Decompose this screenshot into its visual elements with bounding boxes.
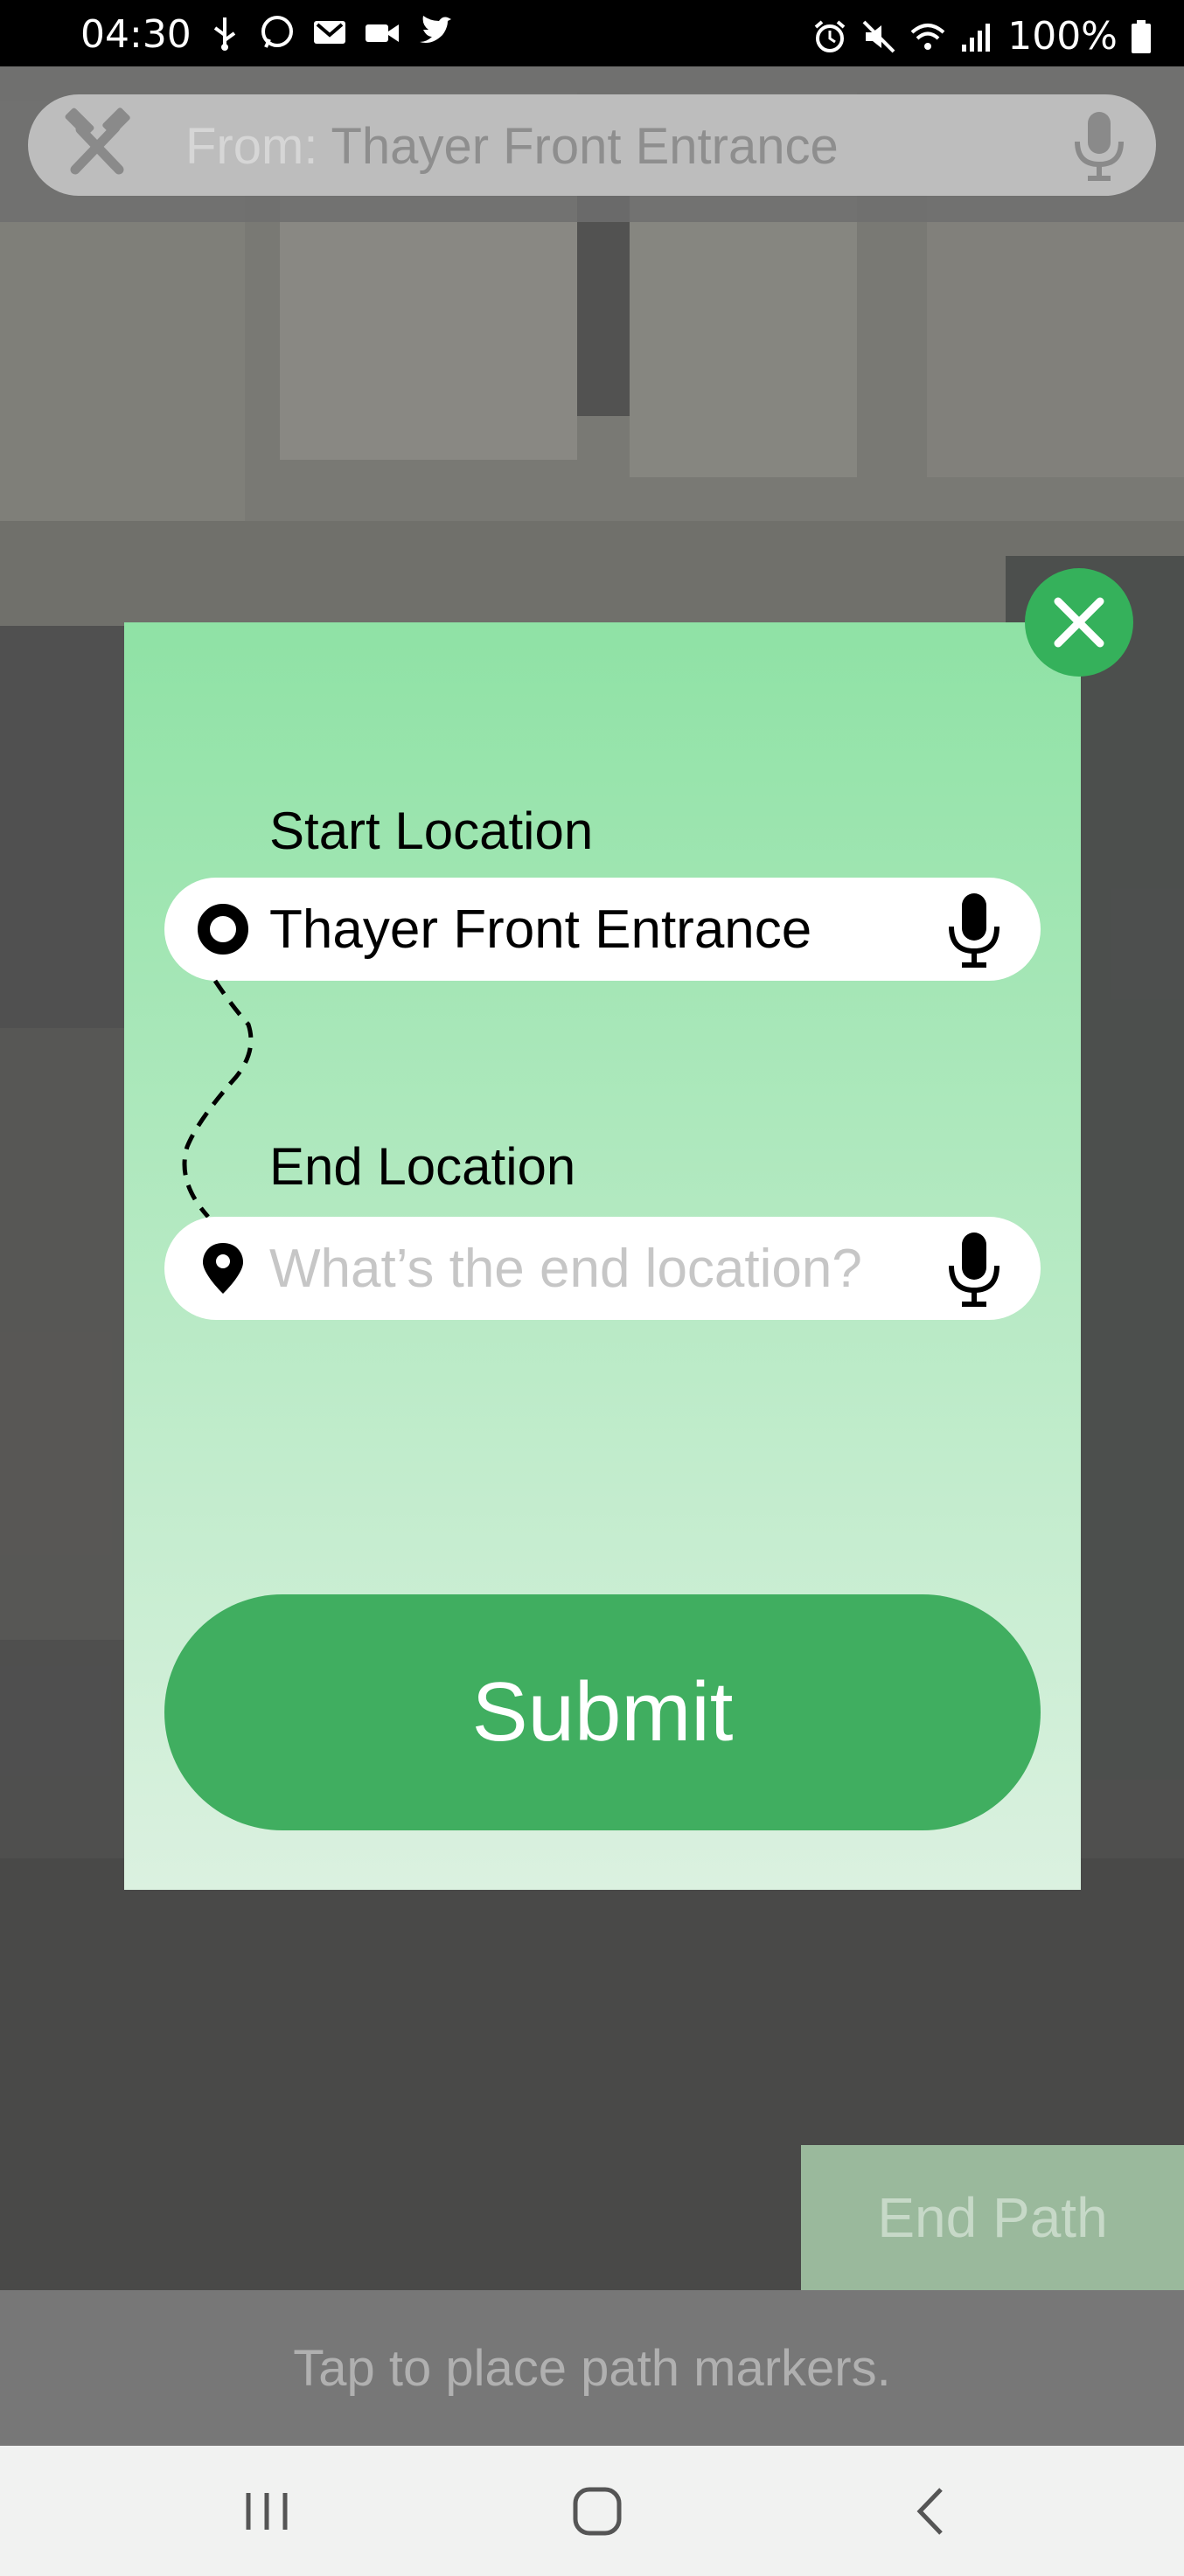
whatsapp-icon bbox=[261, 16, 293, 48]
end-mic-icon[interactable] bbox=[946, 1231, 1002, 1308]
navigation-bar bbox=[0, 2446, 1184, 2576]
usb-icon bbox=[213, 17, 236, 51]
end-location-placeholder[interactable]: What’s the end location? bbox=[269, 1238, 862, 1300]
close-button[interactable] bbox=[1025, 568, 1133, 677]
mute-icon bbox=[862, 20, 895, 52]
submit-button[interactable]: Submit bbox=[164, 1594, 1041, 1830]
start-location-label: Start Location bbox=[269, 802, 594, 860]
end-location-label: End Location bbox=[269, 1137, 576, 1196]
start-mic-icon[interactable] bbox=[946, 892, 1002, 969]
start-location-field[interactable]: Thayer Front Entrance bbox=[164, 878, 1041, 981]
recent-apps-button[interactable] bbox=[236, 2481, 297, 2542]
end-location-field[interactable]: What’s the end location? bbox=[164, 1217, 1041, 1320]
close-icon bbox=[1054, 597, 1104, 648]
battery-percent: 100% bbox=[1007, 14, 1118, 59]
start-location-value: Thayer Front Entrance bbox=[269, 899, 812, 960]
video-icon bbox=[366, 24, 399, 42]
signal-icon bbox=[962, 23, 991, 52]
gmail-icon bbox=[314, 21, 345, 44]
origin-search-text[interactable]: From: Thayer Front Entrance bbox=[185, 117, 839, 176]
wifi-icon bbox=[910, 23, 945, 50]
origin-circle-icon bbox=[198, 904, 248, 955]
location-pin-icon bbox=[203, 1243, 243, 1294]
status-time: 04:30 bbox=[80, 12, 192, 57]
tools-icon[interactable] bbox=[58, 107, 136, 185]
from-value: Thayer Front Entrance bbox=[331, 118, 839, 175]
battery-icon bbox=[1132, 19, 1151, 53]
hint-text: Tap to place path markers. bbox=[0, 2290, 1184, 2446]
route-connector bbox=[182, 979, 254, 1219]
from-prefix: From: bbox=[185, 118, 331, 175]
end-path-button[interactable]: End Path bbox=[801, 2145, 1184, 2290]
alarm-icon bbox=[814, 19, 846, 52]
twitter-icon bbox=[420, 16, 451, 43]
origin-search-bar[interactable]: From: Thayer Front Entrance bbox=[28, 94, 1156, 196]
back-button[interactable] bbox=[901, 2481, 962, 2542]
mic-icon[interactable] bbox=[1069, 110, 1130, 182]
home-button[interactable] bbox=[567, 2481, 628, 2542]
status-bar: 04:30 100% bbox=[0, 0, 1184, 66]
